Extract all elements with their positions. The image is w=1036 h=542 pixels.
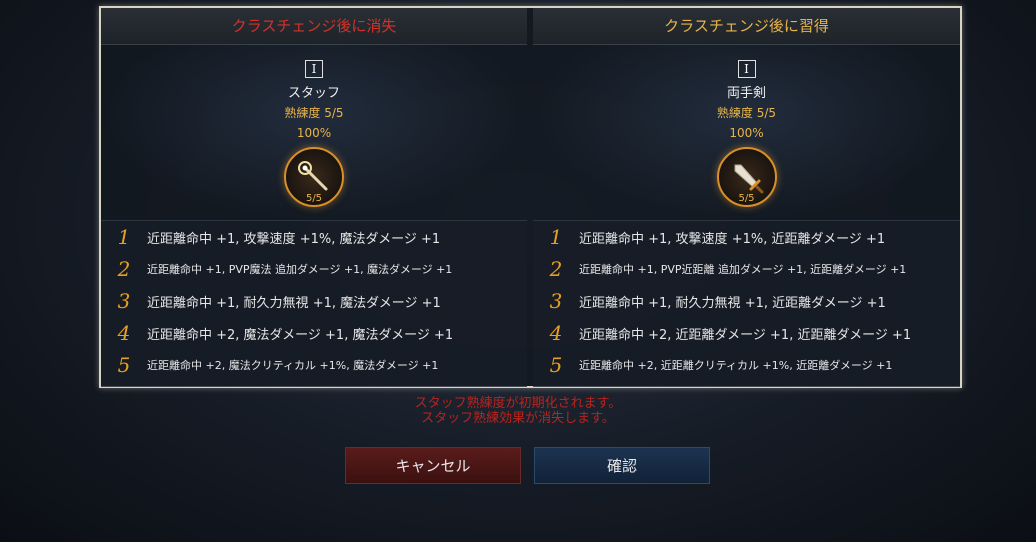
effect-row: 2 近距離命中 +1, PVP近距離 追加ダメージ +1, 近距離ダメージ +1 — [533, 253, 960, 285]
effect-row: 4 近距離命中 +2, 魔法ダメージ +1, 魔法ダメージ +1 — [101, 317, 527, 349]
effect-row: 5 近距離命中 +2, 魔法クリティカル +1%, 魔法ダメージ +1 — [101, 349, 527, 381]
gained-effects-list: 1 近距離命中 +1, 攻撃速度 +1%, 近距離ダメージ +1 2 近距離命中 +… — [533, 220, 960, 387]
lost-weapon-info: I スタッフ 熟練度 5/5 100% 5/5 — [101, 44, 527, 220]
effect-text: 近距離命中 +1, 攻撃速度 +1%, 魔法ダメージ +1 — [147, 231, 441, 247]
effect-row: 5 近距離命中 +2, 近距離クリティカル +1%, 近距離ダメージ +1 — [533, 349, 960, 381]
effect-number: 4 — [117, 321, 131, 345]
gained-weapon-info: I 両手剣 熟練度 5/5 100% 5/5 — [533, 44, 960, 220]
proficiency-ring-label: 5/5 — [305, 193, 323, 204]
effect-row: 2 近距離命中 +1, PVP魔法 追加ダメージ +1, 魔法ダメージ +1 — [101, 253, 527, 285]
effect-text: 近距離命中 +2, 近距離クリティカル +1%, 近距離ダメージ +1 — [579, 359, 893, 372]
effect-row: 3 近距離命中 +1, 耐久力無視 +1, 近距離ダメージ +1 — [533, 285, 960, 317]
effect-number: 1 — [117, 225, 131, 249]
effect-row: 1 近距離命中 +1, 攻撃速度 +1%, 近距離ダメージ +1 — [533, 221, 960, 253]
effect-text: 近距離命中 +2, 魔法クリティカル +1%, 魔法ダメージ +1 — [147, 359, 439, 372]
gained-weapon-panel: クラスチェンジ後に習得 I 両手剣 熟練度 5/5 100% 5/5 1 近距離命… — [533, 8, 960, 387]
effect-row: 1 近距離命中 +1, 攻撃速度 +1%, 魔法ダメージ +1 — [101, 221, 527, 253]
proficiency-percent: 100% — [296, 126, 332, 140]
warning-line-2: スタッフ熟練効果が消失します。 — [421, 411, 615, 426]
effect-row: 4 近距離命中 +2, 近距離ダメージ +1, 近距離ダメージ +1 — [533, 317, 960, 349]
proficiency-level: 熟練度 5/5 — [716, 106, 777, 120]
effect-text: 近距離命中 +1, 耐久力無視 +1, 魔法ダメージ +1 — [147, 295, 441, 311]
effect-row: 3 近距離命中 +1, 耐久力無視 +1, 魔法ダメージ +1 — [101, 285, 527, 317]
gained-header: クラスチェンジ後に習得 — [533, 8, 960, 45]
weapon-name: 両手剣 — [726, 86, 766, 101]
effect-number: 2 — [549, 257, 563, 281]
lost-weapon-panel: クラスチェンジ後に消失 I スタッフ 熟練度 5/5 100% 5/5 1 近距離… — [101, 8, 527, 387]
effect-text: 近距離命中 +1, PVP近距離 追加ダメージ +1, 近距離ダメージ +1 — [579, 263, 907, 276]
weapon-name: スタッフ — [287, 86, 340, 101]
tier-badge: I — [737, 60, 756, 78]
class-change-dialog: クラスチェンジ後に消失 I スタッフ 熟練度 5/5 100% 5/5 1 近距離… — [99, 6, 962, 388]
lost-header: クラスチェンジ後に消失 — [101, 8, 527, 45]
cancel-button[interactable]: キャンセル — [345, 447, 521, 484]
effect-text: 近距離命中 +2, 近距離ダメージ +1, 近距離ダメージ +1 — [579, 327, 912, 343]
tier-badge: I — [305, 60, 323, 78]
confirm-button[interactable]: 確認 — [534, 447, 710, 484]
effect-text: 近距離命中 +2, 魔法ダメージ +1, 魔法ダメージ +1 — [147, 327, 454, 343]
effect-text: 近距離命中 +1, 耐久力無視 +1, 近距離ダメージ +1 — [579, 295, 886, 311]
proficiency-percent: 100% — [729, 126, 764, 140]
effect-text: 近距離命中 +1, 攻撃速度 +1%, 近距離ダメージ +1 — [579, 231, 886, 247]
effect-text: 近距離命中 +1, PVP魔法 追加ダメージ +1, 魔法ダメージ +1 — [147, 263, 453, 276]
warning-message: スタッフ熟練度が初期化されます。 スタッフ熟練効果が消失します。 — [0, 396, 1036, 426]
effect-number: 3 — [117, 289, 131, 313]
lost-effects-list: 1 近距離命中 +1, 攻撃速度 +1%, 魔法ダメージ +1 2 近距離命中 +1… — [101, 220, 527, 387]
effect-number: 1 — [549, 225, 563, 249]
effect-number: 4 — [549, 321, 563, 345]
proficiency-ring-label: 5/5 — [738, 193, 755, 204]
effect-number: 2 — [117, 257, 131, 281]
effect-number: 3 — [549, 289, 563, 313]
warning-line-1: スタッフ熟練度が初期化されます。 — [414, 396, 622, 411]
proficiency-level: 熟練度 5/5 — [284, 106, 344, 120]
effect-number: 5 — [117, 353, 131, 377]
effect-number: 5 — [549, 353, 563, 377]
